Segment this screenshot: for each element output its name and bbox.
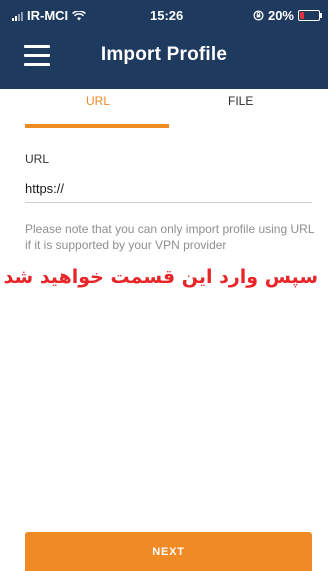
status-left: IR-MCI (12, 8, 87, 23)
url-input[interactable] (25, 174, 312, 203)
battery-percent: 20% (267, 8, 294, 23)
status-time: 15:26 (150, 8, 184, 23)
active-tab-indicator (25, 124, 169, 128)
import-profile-screen: IR-MCI 15:26 20% Import Profile URL FILE… (0, 0, 328, 571)
app-header: IR-MCI 15:26 20% Import Profile (0, 0, 328, 89)
page-title: Import Profile (100, 44, 228, 65)
tab-url[interactable]: URL (86, 94, 110, 108)
tab-file[interactable]: FILE (228, 94, 253, 108)
tab-bar: URL FILE (0, 89, 328, 131)
battery-fill (300, 12, 304, 19)
carrier-name: IR-MCI (27, 8, 69, 23)
wifi-icon (72, 10, 87, 20)
orientation-lock-icon (253, 10, 264, 21)
battery-icon (298, 10, 322, 21)
status-bar: IR-MCI 15:26 20% (0, 0, 328, 30)
url-field-label: URL (25, 152, 50, 166)
signal-icon (12, 11, 23, 21)
annotation-text: سپس وارد این قسمت خواهید شد (3, 266, 318, 288)
status-right: 20% (253, 8, 322, 23)
import-note: Please note that you can only import pro… (25, 222, 315, 252)
next-button[interactable]: NEXT (25, 532, 312, 571)
